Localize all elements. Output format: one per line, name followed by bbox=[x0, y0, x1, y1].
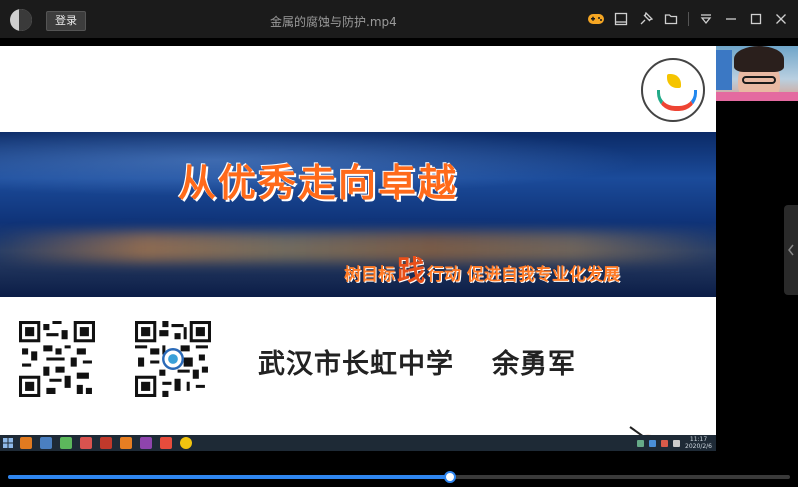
taskbar-time: 11:17 bbox=[689, 436, 708, 443]
taskbar-app-icon bbox=[160, 437, 172, 449]
chrome-icon bbox=[180, 437, 192, 449]
taskbar-app-icon bbox=[100, 437, 112, 449]
tray-icon bbox=[637, 439, 645, 447]
minimize-icon[interactable] bbox=[720, 8, 742, 30]
subline-suffix: 行动 促进自我专业化发展 bbox=[427, 265, 620, 285]
qr-code-graphic-1 bbox=[19, 321, 95, 397]
tray-icon bbox=[649, 439, 657, 447]
video-player-window: 登录 金属的腐蚀与防护.mp4 从优秀走向卓越 树目标 践 行动 促进自我专业化… bbox=[0, 0, 798, 487]
school-name: 武汉市长虹中学 bbox=[258, 349, 454, 380]
slide-headline: 从优秀走向卓越 bbox=[178, 161, 459, 205]
teacher-name: 余勇军 bbox=[492, 349, 576, 380]
webcam-hair bbox=[734, 46, 784, 72]
pin-icon[interactable] bbox=[635, 8, 657, 30]
maximize-icon[interactable] bbox=[745, 8, 767, 30]
taskbar-app-icon bbox=[40, 437, 52, 449]
subline-emphasis: 践 bbox=[397, 254, 426, 287]
window-title: 金属的腐蚀与防护.mp4 bbox=[270, 15, 397, 29]
qr-code bbox=[19, 321, 95, 397]
windows-start-icon bbox=[0, 435, 16, 451]
chevron-left-icon bbox=[788, 244, 794, 256]
progress-handle[interactable] bbox=[443, 471, 456, 483]
taskbar-app-icon bbox=[140, 437, 152, 449]
qr-code-graphic-2 bbox=[135, 321, 211, 397]
webcam-overlay[interactable] bbox=[716, 46, 798, 101]
tray-icon bbox=[661, 439, 669, 447]
sidebar-panel-icon[interactable] bbox=[610, 8, 632, 30]
progress-fill bbox=[8, 475, 450, 479]
webcam-background bbox=[716, 50, 732, 90]
webcam-glasses bbox=[742, 76, 776, 84]
side-panel-toggle[interactable] bbox=[784, 205, 798, 295]
title-bar: 登录 金属的腐蚀与防护.mp4 bbox=[0, 0, 798, 38]
recorded-taskbar: 11:17 2020/2/6 bbox=[0, 435, 716, 451]
progress-bar[interactable] bbox=[8, 471, 790, 483]
search-icon bbox=[20, 437, 32, 449]
login-button[interactable]: 登录 bbox=[46, 11, 86, 31]
webcam-shoulder bbox=[716, 92, 798, 101]
game-controller-icon[interactable] bbox=[585, 8, 607, 30]
slide-banner: 从优秀走向卓越 树目标 践 行动 促进自我专业化发展 bbox=[0, 132, 716, 297]
folder-icon[interactable] bbox=[660, 8, 682, 30]
slide-caption: 武汉市长虹中学 余勇军 bbox=[258, 342, 576, 381]
close-icon[interactable] bbox=[770, 8, 792, 30]
school-logo bbox=[641, 58, 705, 122]
video-frame[interactable]: 从优秀走向卓越 树目标 践 行动 促进自我专业化发展 武汉市长虹中学 余勇军 1… bbox=[0, 46, 716, 451]
subline-prefix: 树目标 bbox=[344, 265, 395, 285]
taskbar-app-icon bbox=[80, 437, 92, 449]
title-bar-separator bbox=[688, 12, 689, 26]
taskbar-clock: 11:17 2020/2/6 bbox=[685, 436, 712, 450]
taskbar-date: 2020/2/6 bbox=[685, 443, 712, 450]
dropdown-icon[interactable] bbox=[695, 8, 717, 30]
tray-icon bbox=[673, 439, 681, 447]
system-tray: 11:17 2020/2/6 bbox=[637, 435, 712, 451]
taskbar-app-icon bbox=[120, 437, 132, 449]
title-bar-controls bbox=[585, 8, 792, 30]
qr-code bbox=[135, 321, 211, 397]
taskbar-app-icon bbox=[60, 437, 72, 449]
slide-subline: 树目标 践 行动 促进自我专业化发展 bbox=[344, 249, 620, 289]
app-logo-icon[interactable] bbox=[10, 9, 32, 31]
